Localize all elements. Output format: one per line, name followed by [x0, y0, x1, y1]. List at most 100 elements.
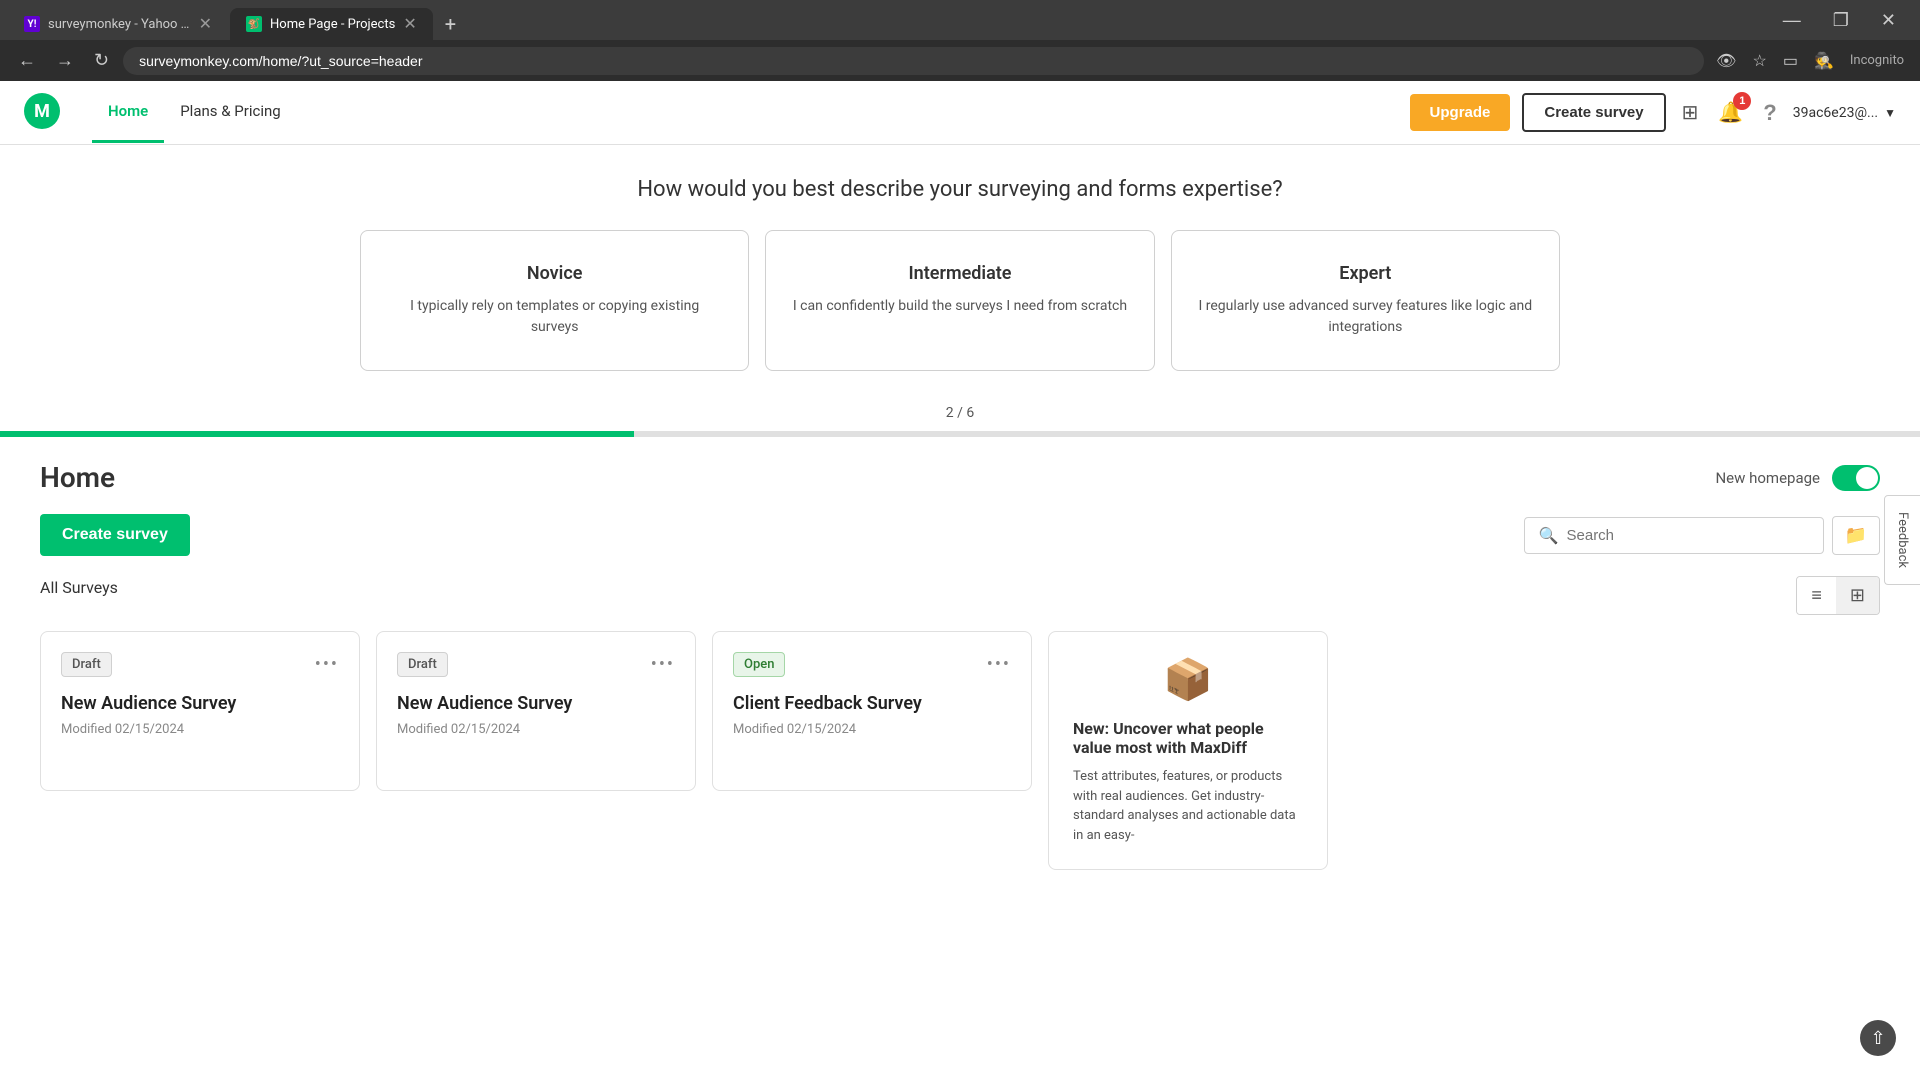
apps-button[interactable]: ⊞: [1678, 96, 1703, 129]
forward-button[interactable]: →: [50, 46, 80, 75]
user-account[interactable]: 39ac6e23@... ▼: [1793, 105, 1896, 121]
home-header: Home New homepage: [40, 461, 1880, 494]
notification-badge: 1: [1733, 92, 1751, 110]
create-survey-button[interactable]: Create survey: [40, 514, 190, 556]
promo-panel: 📦 New: Uncover what people value most wi…: [1048, 631, 1328, 870]
promo-desc: Test attributes, features, or products w…: [1073, 767, 1303, 845]
tab-home-label: Home Page - Projects: [270, 17, 395, 32]
promo-title: New: Uncover what people value most with…: [1073, 719, 1303, 757]
reload-button[interactable]: ↻: [88, 46, 115, 75]
survey-card-3-title: Client Feedback Survey: [733, 693, 1011, 714]
expertise-cards: Novice I typically rely on templates or …: [360, 230, 1560, 371]
list-icon: ≡: [1811, 585, 1822, 605]
nav-pricing[interactable]: Plans & Pricing: [164, 82, 296, 143]
survey-card-3-header: Open •••: [733, 652, 1011, 677]
maximize-button[interactable]: ❐: [1817, 6, 1865, 35]
question-mark-icon: ?: [1763, 100, 1776, 125]
expert-desc: I regularly use advanced survey features…: [1196, 296, 1535, 338]
progress-label: 2 / 6: [0, 395, 1920, 431]
list-view-button[interactable]: ≡: [1797, 577, 1836, 614]
help-button[interactable]: ?: [1759, 96, 1780, 130]
tab-yahoo-close[interactable]: ✕: [199, 16, 212, 32]
toggle-knob: [1856, 467, 1878, 489]
nav-home[interactable]: Home: [92, 82, 164, 143]
upgrade-button[interactable]: Upgrade: [1410, 94, 1511, 131]
apps-grid-icon: ⊞: [1682, 102, 1699, 124]
grid-icon: ⊞: [1850, 585, 1865, 605]
sidebar-icon[interactable]: ▭: [1779, 47, 1802, 74]
survey-card-2-badge: Draft: [397, 652, 448, 677]
search-icon: 🔍: [1539, 526, 1559, 545]
surveys-grid: Draft ••• New Audience Survey Modified 0…: [40, 631, 1880, 870]
yahoo-favicon: Y!: [24, 16, 40, 32]
main-nav: Home Plans & Pricing: [92, 82, 297, 143]
search-input[interactable]: [1567, 527, 1787, 544]
survey-card-1-more[interactable]: •••: [315, 654, 339, 675]
expertise-section: How would you best describe your surveyi…: [0, 145, 1920, 371]
expert-title: Expert: [1196, 263, 1535, 284]
view-toggle: ≡ ⊞: [1796, 576, 1880, 615]
eye-off-icon: 👁: [1712, 47, 1740, 74]
expertise-card-expert[interactable]: Expert I regularly use advanced survey f…: [1171, 230, 1560, 371]
back-button[interactable]: ←: [12, 46, 42, 75]
app-header: M Home Plans & Pricing Upgrade Create su…: [0, 81, 1920, 145]
address-bar[interactable]: [123, 47, 1704, 75]
header-actions: Upgrade Create survey ⊞ 🔔 1 ? 39ac6e23@.…: [1410, 93, 1896, 132]
search-area: 🔍 📁: [1524, 516, 1880, 555]
logo[interactable]: M: [24, 93, 60, 133]
survey-card-1-date: Modified 02/15/2024: [61, 722, 339, 737]
survey-card-2-header: Draft •••: [397, 652, 675, 677]
new-homepage-label: New homepage: [1715, 469, 1820, 487]
star-icon[interactable]: ☆: [1748, 47, 1770, 74]
monkey-favicon: 🐒: [246, 16, 262, 32]
survey-card-1-badge: Draft: [61, 652, 112, 677]
close-window-button[interactable]: ✕: [1865, 6, 1912, 35]
maxdiff-icon: 📦: [1163, 656, 1213, 703]
tab-home-close[interactable]: ✕: [403, 16, 416, 32]
survey-card-2-title: New Audience Survey: [397, 693, 675, 714]
all-surveys-label: All Surveys: [40, 578, 118, 597]
minimize-button[interactable]: —: [1767, 6, 1817, 35]
folder-button[interactable]: 📁: [1832, 516, 1880, 555]
incognito-label: Incognito: [1846, 49, 1908, 72]
surveys-header-row: All Surveys ≡ ⊞: [40, 576, 1880, 615]
expertise-card-intermediate[interactable]: Intermediate I can confidently build the…: [765, 230, 1154, 371]
intermediate-title: Intermediate: [790, 263, 1129, 284]
survey-card-1-title: New Audience Survey: [61, 693, 339, 714]
promo-icon-area: 📦: [1073, 656, 1303, 703]
incognito-icon: 🕵: [1810, 47, 1838, 74]
progress-section: 2 / 6: [0, 371, 1920, 437]
survey-card-2-date: Modified 02/15/2024: [397, 722, 675, 737]
survey-card-2-more[interactable]: •••: [651, 654, 675, 675]
create-survey-header-button[interactable]: Create survey: [1522, 93, 1665, 132]
svg-text:M: M: [34, 101, 50, 122]
survey-card-1[interactable]: Draft ••• New Audience Survey Modified 0…: [40, 631, 360, 791]
tab-yahoo[interactable]: Y! surveymonkey - Yahoo Search ✕: [8, 8, 228, 40]
grid-view-button[interactable]: ⊞: [1836, 577, 1879, 614]
novice-title: Novice: [385, 263, 724, 284]
search-box: 🔍: [1524, 517, 1824, 554]
home-section: Home New homepage Create survey 🔍 📁 All …: [0, 437, 1920, 894]
user-email-label: 39ac6e23@...: [1793, 105, 1878, 121]
survey-card-3-more[interactable]: •••: [987, 654, 1011, 675]
chevron-down-icon: ▼: [1884, 106, 1896, 120]
notifications-button[interactable]: 🔔 1: [1714, 96, 1747, 129]
feedback-button[interactable]: Feedback: [1884, 495, 1920, 585]
expertise-title: How would you best describe your surveyi…: [24, 177, 1896, 202]
survey-card-3-date: Modified 02/15/2024: [733, 722, 1011, 737]
new-homepage-toggle[interactable]: [1832, 465, 1880, 491]
scroll-arrow[interactable]: ⇧: [1860, 1020, 1896, 1056]
arrow-up-icon: ⇧: [1870, 1028, 1885, 1049]
survey-card-3[interactable]: Open ••• Client Feedback Survey Modified…: [712, 631, 1032, 791]
folder-icon: 📁: [1845, 525, 1867, 545]
new-tab-button[interactable]: +: [435, 8, 466, 40]
novice-desc: I typically rely on templates or copying…: [385, 296, 724, 338]
home-toolbar: Create survey 🔍 📁: [40, 514, 1880, 556]
survey-card-1-header: Draft •••: [61, 652, 339, 677]
new-homepage-toggle-area: New homepage: [1715, 465, 1880, 491]
intermediate-desc: I can confidently build the surveys I ne…: [790, 296, 1129, 317]
expertise-card-novice[interactable]: Novice I typically rely on templates or …: [360, 230, 749, 371]
tab-home[interactable]: 🐒 Home Page - Projects ✕: [230, 8, 433, 40]
survey-card-2[interactable]: Draft ••• New Audience Survey Modified 0…: [376, 631, 696, 791]
survey-card-3-badge: Open: [733, 652, 785, 677]
